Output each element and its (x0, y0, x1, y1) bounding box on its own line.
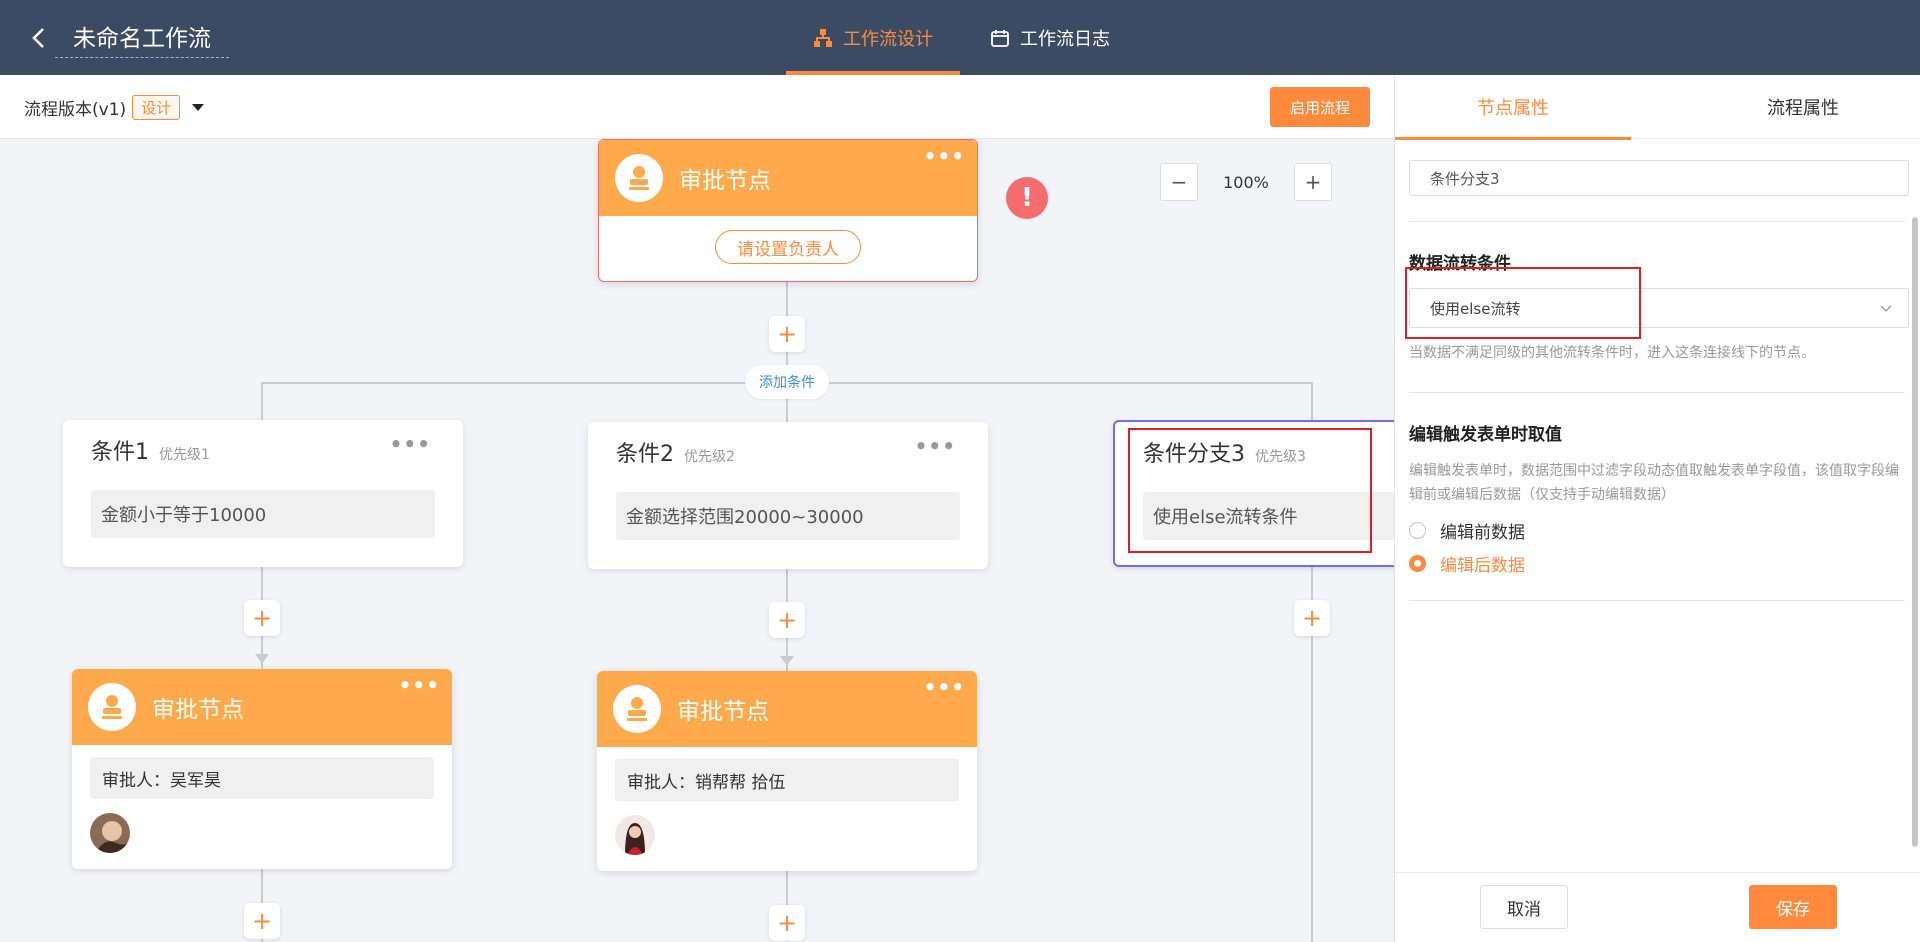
panel-tabs: 节点属性 流程属性 (1395, 75, 1920, 140)
selected-value: 使用else流转 (1430, 299, 1521, 318)
add-node-button[interactable]: + (769, 316, 805, 352)
add-node-button[interactable]: + (1294, 600, 1330, 636)
panel-footer: 取消 保存 (1395, 872, 1920, 942)
condition-expression: 使用else流转条件 (1143, 492, 1394, 540)
properties-panel: 节点属性 流程属性 条件分支3 数据流转条件 使用else流转 当数据不满足同级… (1394, 75, 1920, 942)
back-arrow-icon[interactable] (24, 20, 54, 56)
priority-label: 优先级3 (1255, 449, 1306, 465)
zoom-in-button[interactable]: + (1294, 163, 1332, 201)
set-owner-button[interactable]: 请设置负责人 (715, 230, 861, 264)
radio-label: 编辑前数据 (1440, 523, 1525, 543)
node-header: 审批节点 ••• (72, 669, 452, 745)
condition-card-1[interactable]: 条件1 优先级1 ••• 金额小于等于10000 (63, 420, 463, 567)
arrow-down-icon (255, 654, 269, 664)
zoom-control: − 100% + (1160, 163, 1332, 201)
chevron-down-icon (1880, 305, 1892, 312)
radio-circle (1409, 522, 1426, 539)
stamp-icon (615, 154, 663, 202)
more-options-icon[interactable]: ••• (390, 434, 431, 454)
tab-flow-properties[interactable]: 流程属性 (1685, 75, 1920, 139)
approval-node-2[interactable]: 审批节点 ••• 审批人：销帮帮 拾伍 (597, 671, 977, 871)
condition-expression: 金额选择范围20000~30000 (616, 492, 960, 540)
node-title: 审批节点 (679, 168, 771, 194)
tab-label: 工作流日志 (1020, 28, 1110, 50)
add-condition-button[interactable]: 添加条件 (745, 365, 829, 399)
priority-label: 优先级1 (159, 447, 210, 463)
condition-title: 条件2 优先级2 (616, 436, 735, 468)
condition-card-3[interactable]: 条件分支3 优先级3 使用else流转条件 (1113, 420, 1394, 567)
condition-title: 条件1 优先级1 (91, 434, 210, 466)
warning-icon[interactable]: ! (1006, 177, 1048, 219)
more-options-icon[interactable]: ••• (924, 677, 965, 697)
panel-scrollbar[interactable] (1912, 217, 1918, 847)
node-title: 审批节点 (677, 699, 769, 725)
zoom-level: 100% (1223, 172, 1269, 192)
radio-after-edit[interactable]: 编辑后数据 (1409, 551, 1525, 576)
divider (1409, 600, 1905, 601)
edit-trigger-heading: 编辑触发表单时取值 (1409, 425, 1562, 445)
priority-label: 优先级2 (684, 449, 735, 465)
radio-circle (1409, 555, 1426, 572)
more-options-icon[interactable]: ••• (399, 675, 440, 695)
add-node-button[interactable]: + (244, 600, 280, 636)
approver-label: 审批人：销帮帮 拾伍 (615, 759, 959, 801)
node-header: 审批节点 ••• (599, 140, 977, 216)
workflow-icon (813, 28, 833, 48)
avatar (90, 813, 130, 853)
tab-workflow-log[interactable]: 工作流日志 (990, 0, 1110, 75)
workflow-canvas[interactable]: 审批节点 ••• 请设置负责人 ! − 100% + + 添加条件 条件1 优先级… (0, 139, 1394, 942)
more-options-icon[interactable]: ••• (915, 436, 956, 456)
stamp-icon (88, 683, 136, 731)
arrow-down-icon (780, 656, 794, 666)
condition-name: 条件1 (91, 440, 149, 465)
flow-condition-select[interactable]: 使用else流转 (1409, 288, 1909, 328)
more-options-icon[interactable]: ••• (924, 146, 965, 166)
condition-expression: 金额小于等于10000 (91, 490, 435, 538)
flow-condition-hint: 当数据不满足同级的其他流转条件时，进入这条连接线下的节点。 (1409, 345, 1815, 361)
tab-node-properties[interactable]: 节点属性 (1395, 75, 1631, 140)
version-label: 流程版本(v1) (24, 100, 127, 120)
zoom-out-button[interactable]: − (1160, 163, 1198, 201)
divider (1409, 221, 1905, 222)
cancel-button[interactable]: 取消 (1480, 885, 1568, 929)
approver-label: 审批人：吴军昊 (90, 757, 434, 799)
node-title: 审批节点 (152, 697, 244, 723)
enable-flow-button[interactable]: 启用流程 (1270, 87, 1370, 127)
add-node-button[interactable]: + (769, 905, 805, 941)
flow-condition-heading: 数据流转条件 (1409, 254, 1511, 274)
stamp-icon (613, 685, 661, 733)
save-button[interactable]: 保存 (1749, 885, 1837, 929)
top-header: 未命名工作流 工作流设计 工作流日志 (0, 0, 1920, 75)
approval-node-top[interactable]: 审批节点 ••• 请设置负责人 (598, 139, 978, 282)
radio-label: 编辑后数据 (1440, 556, 1525, 576)
divider (1409, 392, 1905, 393)
tab-workflow-design[interactable]: 工作流设计 (786, 0, 960, 75)
node-header: 审批节点 ••• (597, 671, 977, 747)
condition-card-2[interactable]: 条件2 优先级2 ••• 金额选择范围20000~30000 (588, 422, 988, 569)
condition-title: 条件分支3 优先级3 (1143, 436, 1306, 468)
version-selector[interactable]: 流程版本(v1) 设计 (24, 95, 205, 120)
calendar-icon (990, 28, 1010, 48)
version-status-badge: 设计 (132, 95, 181, 120)
condition-name: 条件分支3 (1143, 442, 1245, 467)
edit-trigger-hint: 编辑触发表单时，数据范围中过滤字段动态值取触发表单字段值，该值取字段编辑前或编辑… (1409, 463, 1899, 503)
add-node-button[interactable]: + (244, 903, 280, 939)
version-toolbar: 流程版本(v1) 设计 启用流程 (0, 75, 1394, 139)
workflow-title[interactable]: 未命名工作流 (55, 22, 229, 58)
branch-name-input[interactable]: 条件分支3 (1409, 160, 1909, 196)
tab-label: 工作流设计 (843, 28, 933, 50)
caret-down-icon[interactable] (192, 104, 205, 111)
avatar (615, 815, 655, 855)
radio-before-edit[interactable]: 编辑前数据 (1409, 518, 1525, 543)
add-node-button[interactable]: + (769, 602, 805, 638)
approval-node-1[interactable]: 审批节点 ••• 审批人：吴军昊 (72, 669, 452, 869)
condition-name: 条件2 (616, 442, 674, 467)
